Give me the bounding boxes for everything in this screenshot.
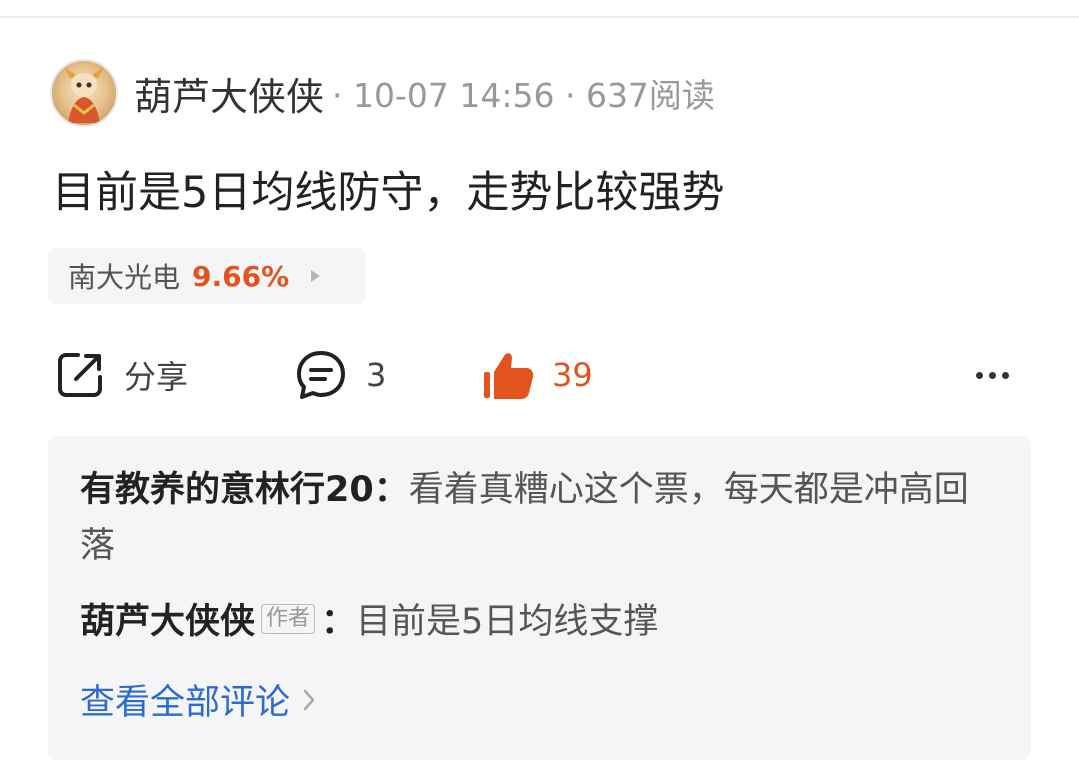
comment-text: 目前是5日均线支撑: [356, 602, 659, 642]
comment-bubble-icon: [297, 351, 345, 399]
comment-separator: ：: [321, 602, 357, 642]
post-meta: · 10-07 14:56 · 637阅读: [332, 76, 715, 115]
comment-button[interactable]: 3: [294, 342, 386, 408]
action-bar: 分享 3 39: [0, 342, 1079, 408]
comment-item[interactable]: 有教养的意林行20：看着真糟心这个票，每天都是冲高回落: [80, 462, 999, 574]
avatar[interactable]: [50, 59, 118, 127]
like-count: 39: [552, 356, 593, 394]
top-divider: [0, 16, 1079, 18]
comment-author[interactable]: 有教养的意林行20: [80, 470, 374, 510]
stock-tag[interactable]: 南大光电 9.66%: [48, 248, 366, 304]
chevron-right-icon: [303, 689, 315, 710]
comment-separator: ：: [373, 470, 409, 510]
comments-preview: 有教养的意林行20：看着真糟心这个票，每天都是冲高回落 葫芦大侠侠 作者 ：目前是5…: [48, 436, 1031, 760]
view-all-comments-link[interactable]: 查看全部评论: [80, 674, 999, 725]
play-arrow-icon: [311, 270, 321, 282]
author-badge: 作者: [261, 604, 316, 634]
share-icon: [58, 353, 102, 397]
like-button[interactable]: 39: [482, 342, 593, 408]
post-header: 葫芦大侠侠 · 10-07 14:56 · 637阅读: [50, 58, 715, 128]
post-text[interactable]: 目前是5日均线防守，走势比较强势: [52, 158, 724, 220]
comment-count: 3: [366, 356, 387, 394]
author-name[interactable]: 葫芦大侠侠: [134, 66, 324, 121]
share-button[interactable]: 分享: [54, 342, 188, 408]
thumbs-up-icon: [484, 353, 534, 399]
share-label: 分享: [124, 358, 189, 396]
more-dots-icon: [976, 371, 1009, 379]
comment-item[interactable]: 葫芦大侠侠 作者 ：目前是5日均线支撑: [80, 594, 999, 650]
more-options-button[interactable]: [976, 342, 1009, 408]
comment-author[interactable]: 葫芦大侠侠: [80, 602, 255, 642]
avatar-figure-icon: [64, 67, 104, 123]
view-all-label: 查看全部评论: [80, 683, 291, 723]
stock-name: 南大光电: [68, 261, 181, 294]
stock-change: 9.66%: [192, 259, 290, 293]
